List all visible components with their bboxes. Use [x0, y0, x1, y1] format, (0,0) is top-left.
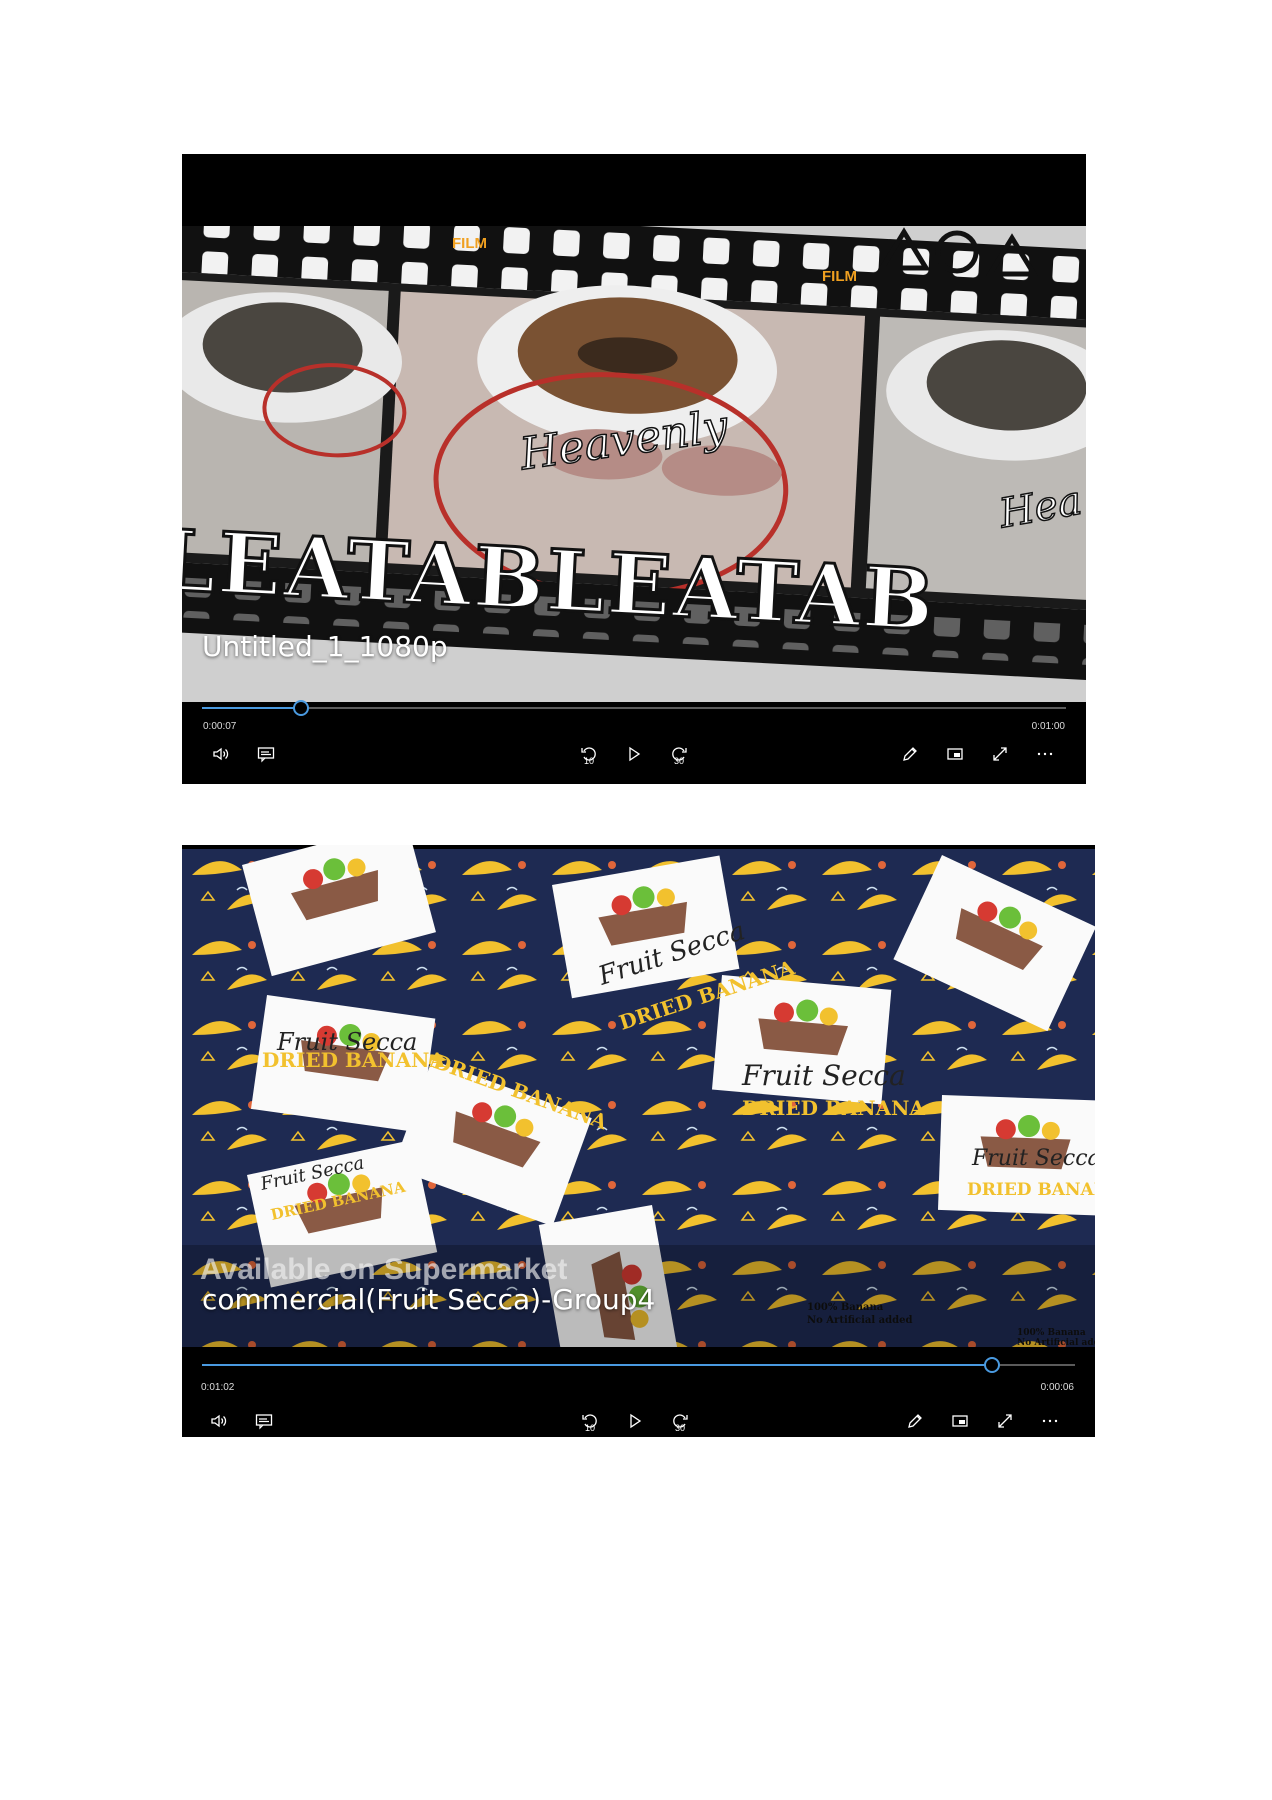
frame-brand-text: Fruit Secca	[741, 1059, 906, 1092]
frame-product-text: DRIED BANANA	[967, 1180, 1095, 1200]
video-overlay-caption: Available on Supermarket	[200, 1253, 568, 1286]
seek-bar[interactable]	[202, 700, 1066, 716]
video-title: Untitled_1_1080p	[202, 630, 448, 663]
seek-thumb[interactable]	[984, 1357, 1001, 1373]
fullscreen-button[interactable]	[990, 1406, 1020, 1436]
skip-back-button[interactable]: 10	[574, 739, 604, 769]
skip-back-button[interactable]: 10	[575, 1406, 605, 1436]
skip-forward-label: 30	[673, 756, 684, 766]
video-player-1[interactable]: FILM FILM Heavenly Hea LEATABLEATAB Unti…	[182, 154, 1086, 784]
volume-icon	[211, 1414, 227, 1428]
seek-bar[interactable]	[202, 1357, 1075, 1373]
volume-button[interactable]	[204, 1406, 234, 1436]
mini-view-button[interactable]	[945, 1406, 975, 1436]
skip-forward-label: 30	[674, 1423, 685, 1433]
skip-back-label: 10	[583, 756, 594, 766]
captions-button[interactable]	[251, 739, 281, 769]
volume-button[interactable]	[206, 739, 236, 769]
captions-button[interactable]	[249, 1406, 279, 1436]
volume-icon	[213, 747, 229, 761]
captions-icon	[257, 747, 275, 763]
edit-icon	[908, 1414, 922, 1428]
fullscreen-button[interactable]	[985, 739, 1015, 769]
video-title: commercial(Fruit Secca)-Group4	[202, 1283, 656, 1316]
more-button[interactable]	[1030, 739, 1060, 769]
frame-product-text: DRIED BANANA	[262, 1048, 445, 1072]
skip-forward-button[interactable]: 30	[664, 739, 694, 769]
play-button[interactable]	[620, 1406, 650, 1436]
mini-view-button[interactable]	[940, 739, 970, 769]
seek-progress	[202, 707, 302, 709]
play-icon	[629, 746, 641, 762]
more-icon	[1037, 752, 1053, 756]
remaining-time: 0:00:06	[1040, 1382, 1074, 1393]
captions-icon	[255, 1414, 273, 1430]
more-button[interactable]	[1035, 1406, 1065, 1436]
elapsed-time: 0:01:02	[201, 1382, 235, 1393]
seek-thumb[interactable]	[293, 700, 310, 716]
fullscreen-icon	[993, 747, 1007, 761]
edit-button[interactable]	[900, 1406, 930, 1436]
video-player-2[interactable]: Fruit Secca DRIED BANANA Fruit Secca DRI…	[182, 845, 1095, 1437]
seek-progress	[202, 1364, 993, 1366]
skip-forward-button[interactable]: 30	[665, 1406, 695, 1436]
fullscreen-icon	[998, 1414, 1012, 1428]
play-button[interactable]	[619, 739, 649, 769]
seek-track	[202, 707, 1066, 709]
mini-view-icon	[952, 1415, 968, 1427]
edit-button[interactable]	[895, 739, 925, 769]
remaining-time: 0:01:00	[1031, 721, 1065, 732]
edit-icon	[903, 747, 917, 761]
more-icon	[1042, 1419, 1058, 1423]
skip-back-label: 10	[584, 1423, 595, 1433]
frame-product-text: DRIED BANANA	[742, 1096, 925, 1120]
play-icon	[630, 1413, 642, 1429]
mini-view-icon	[947, 748, 963, 760]
elapsed-time: 0:00:07	[203, 721, 237, 732]
frame-brand-text: Fruit Secca	[971, 1146, 1095, 1171]
film-label: FILM	[452, 235, 487, 252]
film-label: FILM	[822, 268, 857, 285]
